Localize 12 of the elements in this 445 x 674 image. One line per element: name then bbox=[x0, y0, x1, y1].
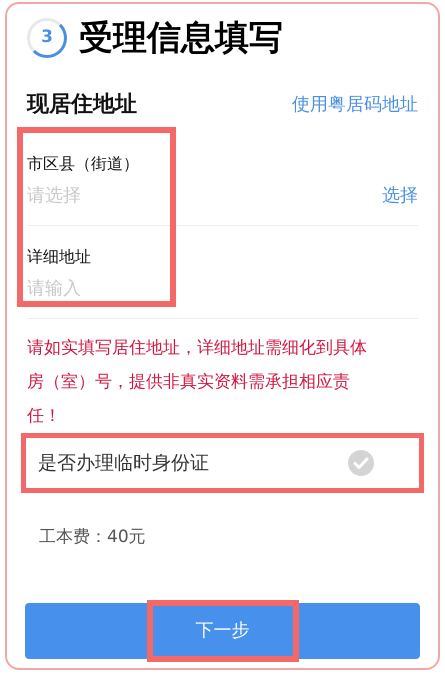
step-indicator: 3 bbox=[27, 18, 67, 58]
check-icon[interactable] bbox=[348, 450, 374, 476]
field-label: 市区县（街道） bbox=[27, 153, 140, 175]
fee-text: 工本费：40元 bbox=[39, 526, 146, 549]
select-link[interactable]: 选择 bbox=[382, 182, 418, 209]
page-title: 受理信息填写 bbox=[79, 21, 283, 55]
field-label: 详细地址 bbox=[27, 246, 92, 268]
warning-text: 请如实填写居住地址，详细地址需细化到具体房（室）号，提供非真实资料需承担相应责任！ bbox=[27, 337, 368, 428]
next-button[interactable]: 下一步 bbox=[25, 602, 420, 658]
temp-id-option[interactable]: 是否办理临时身份证 bbox=[26, 438, 419, 488]
section-title: 现居住地址 bbox=[27, 91, 137, 119]
use-address-link[interactable]: 使用粤居码地址 bbox=[292, 91, 418, 118]
